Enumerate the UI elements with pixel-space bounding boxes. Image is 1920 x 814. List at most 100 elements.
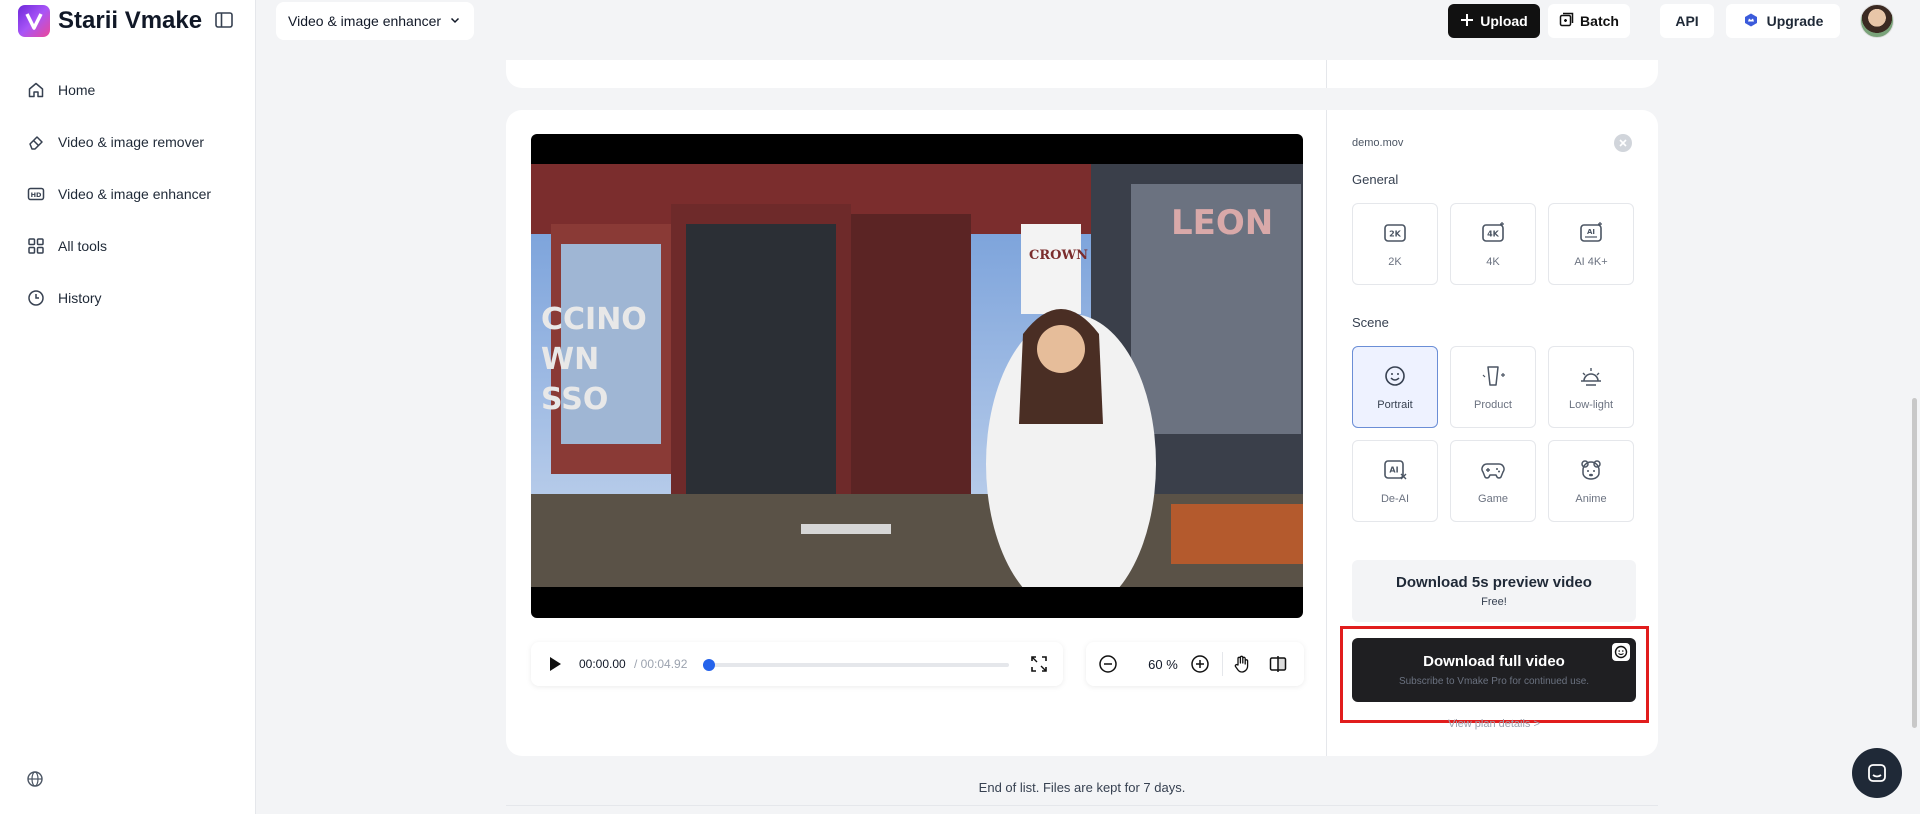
option-game[interactable]: Game [1450, 440, 1536, 522]
option-label: Product [1474, 399, 1512, 411]
avatar[interactable] [1860, 4, 1894, 38]
sidebar-toggle-icon[interactable] [214, 10, 234, 30]
sidebar: Starii Vmake Home Video & image remover … [0, 0, 256, 814]
grid-icon [26, 236, 46, 256]
zoom-controls: 60 % [1086, 642, 1304, 686]
zoom-out-icon[interactable] [1098, 654, 1118, 674]
batch-icon [1559, 12, 1574, 30]
sidebar-item-enhancer[interactable]: HD Video & image enhancer [14, 168, 242, 220]
scene-label: Scene [1352, 315, 1389, 330]
general-label: General [1352, 172, 1399, 187]
chat-support-icon[interactable] [1852, 748, 1902, 798]
download-full-subtitle: Subscribe to Vmake Pro for continued use… [1398, 676, 1590, 687]
api-button[interactable]: API [1660, 4, 1714, 38]
option-label: Low-light [1568, 399, 1614, 411]
hand-pan-icon[interactable] [1232, 654, 1252, 674]
compare-icon[interactable] [1268, 654, 1288, 674]
clock-icon [26, 288, 46, 308]
option-label: De-AI [1380, 493, 1410, 505]
home-icon [26, 80, 46, 100]
globe-icon[interactable] [26, 770, 46, 790]
download-preview-title: Download 5s preview video [1396, 574, 1592, 591]
de-ai-icon: AI [1384, 460, 1407, 480]
svg-text:HD: HD [31, 191, 42, 199]
api-label: API [1675, 13, 1699, 29]
download-full-button[interactable]: Download full video Subscribe to Vmake P… [1352, 638, 1636, 702]
2k-icon: 2K [1384, 224, 1406, 242]
option-portrait[interactable]: Portrait [1352, 346, 1438, 428]
pro-badge-icon [1612, 643, 1630, 661]
sidebar-item-all-tools[interactable]: All tools [14, 220, 242, 272]
upgrade-label: Upgrade [1766, 13, 1824, 29]
smile-icon [1385, 366, 1405, 386]
download-full-title: Download full video [1423, 653, 1565, 670]
option-label: AI 4K+ [1574, 256, 1608, 268]
upload-button[interactable]: Upload [1448, 4, 1540, 38]
option-4k[interactable]: 4K 4K [1450, 203, 1536, 285]
option-label: Game [1478, 493, 1508, 505]
bear-icon [1581, 460, 1601, 480]
close-icon[interactable] [1614, 134, 1632, 152]
option-anime[interactable]: Anime [1548, 440, 1634, 522]
card-divider [1326, 110, 1327, 756]
upgrade-button[interactable]: Upgrade [1726, 4, 1840, 38]
sidebar-item-remover[interactable]: Video & image remover [14, 116, 242, 168]
svg-text:2K: 2K [1389, 230, 1402, 239]
fullscreen-icon[interactable] [1029, 654, 1049, 674]
sidebar-item-history[interactable]: History [14, 272, 242, 324]
sidebar-item-label: History [58, 290, 102, 306]
video-preview[interactable]: CCINO WN SSO CROWN LEON [531, 134, 1303, 618]
progress-thumb[interactable] [703, 659, 716, 671]
video-frame-image: CCINO WN SSO CROWN LEON [531, 164, 1303, 587]
option-de-ai[interactable]: AI De-AI [1352, 440, 1438, 522]
sidebar-item-home[interactable]: Home [14, 64, 242, 116]
product-cup-icon [1482, 366, 1505, 386]
tool-select-value: Video & image enhancer [288, 13, 442, 29]
download-preview-subtitle: Free! [1481, 596, 1507, 608]
tool-select-dropdown[interactable]: Video & image enhancer [276, 2, 474, 40]
option-label: Portrait [1377, 399, 1413, 411]
crown-icon [1743, 12, 1759, 31]
playback-controls: 00:00.00 / 00:04.92 [531, 642, 1063, 686]
end-of-list-note: End of list. Files are kept for 7 days. [978, 780, 1186, 795]
option-ai-4k-plus[interactable]: AI AI 4K+ [1548, 203, 1634, 285]
option-label: 2K [1388, 256, 1402, 268]
sunrise-icon [1581, 368, 1601, 386]
file-name: demo.mov [1352, 137, 1404, 149]
svg-text:CCINO: CCINO [541, 302, 647, 337]
svg-text:LEON: LEON [1171, 203, 1273, 243]
option-low-light[interactable]: Low-light [1548, 346, 1634, 428]
page-scrollbar[interactable] [1912, 398, 1917, 728]
batch-button[interactable]: Batch [1548, 4, 1630, 38]
total-time: / 00:04.92 [634, 657, 688, 671]
hd-icon: HD [26, 184, 46, 204]
logo[interactable]: Starii Vmake [18, 4, 202, 38]
option-2k[interactable]: 2K 2K [1352, 203, 1438, 285]
ai-4k-icon: AI [1580, 222, 1602, 242]
card-divider [1326, 60, 1327, 88]
progress-slider[interactable] [703, 659, 1009, 671]
option-product[interactable]: Product [1450, 346, 1536, 428]
svg-text:SSO: SSO [541, 382, 608, 417]
vmake-logo-icon [18, 5, 50, 37]
sidebar-item-label: Home [58, 82, 96, 98]
play-icon[interactable] [545, 654, 565, 674]
eraser-icon [26, 132, 46, 152]
download-preview-button[interactable]: Download 5s preview video Free! [1352, 560, 1636, 622]
svg-text:4K: 4K [1487, 230, 1500, 239]
svg-text:AI: AI [1587, 228, 1595, 236]
svg-text:WN: WN [541, 342, 599, 377]
svg-text:AI: AI [1389, 466, 1398, 475]
batch-label: Batch [1580, 13, 1619, 29]
previous-file-card [506, 60, 1658, 88]
view-plan-details-link[interactable]: View plan details > [1352, 718, 1636, 730]
option-label: Anime [1575, 493, 1607, 505]
upload-label: Upload [1480, 13, 1528, 29]
current-time: 00:00.00 [579, 657, 626, 671]
4k-icon: 4K [1482, 222, 1504, 242]
option-label: 4K [1486, 256, 1500, 268]
sidebar-item-label: Video & image enhancer [58, 186, 212, 202]
zoom-in-icon[interactable] [1190, 654, 1210, 674]
zoom-separator [1222, 652, 1223, 676]
sidebar-item-label: Video & image remover [58, 134, 205, 150]
